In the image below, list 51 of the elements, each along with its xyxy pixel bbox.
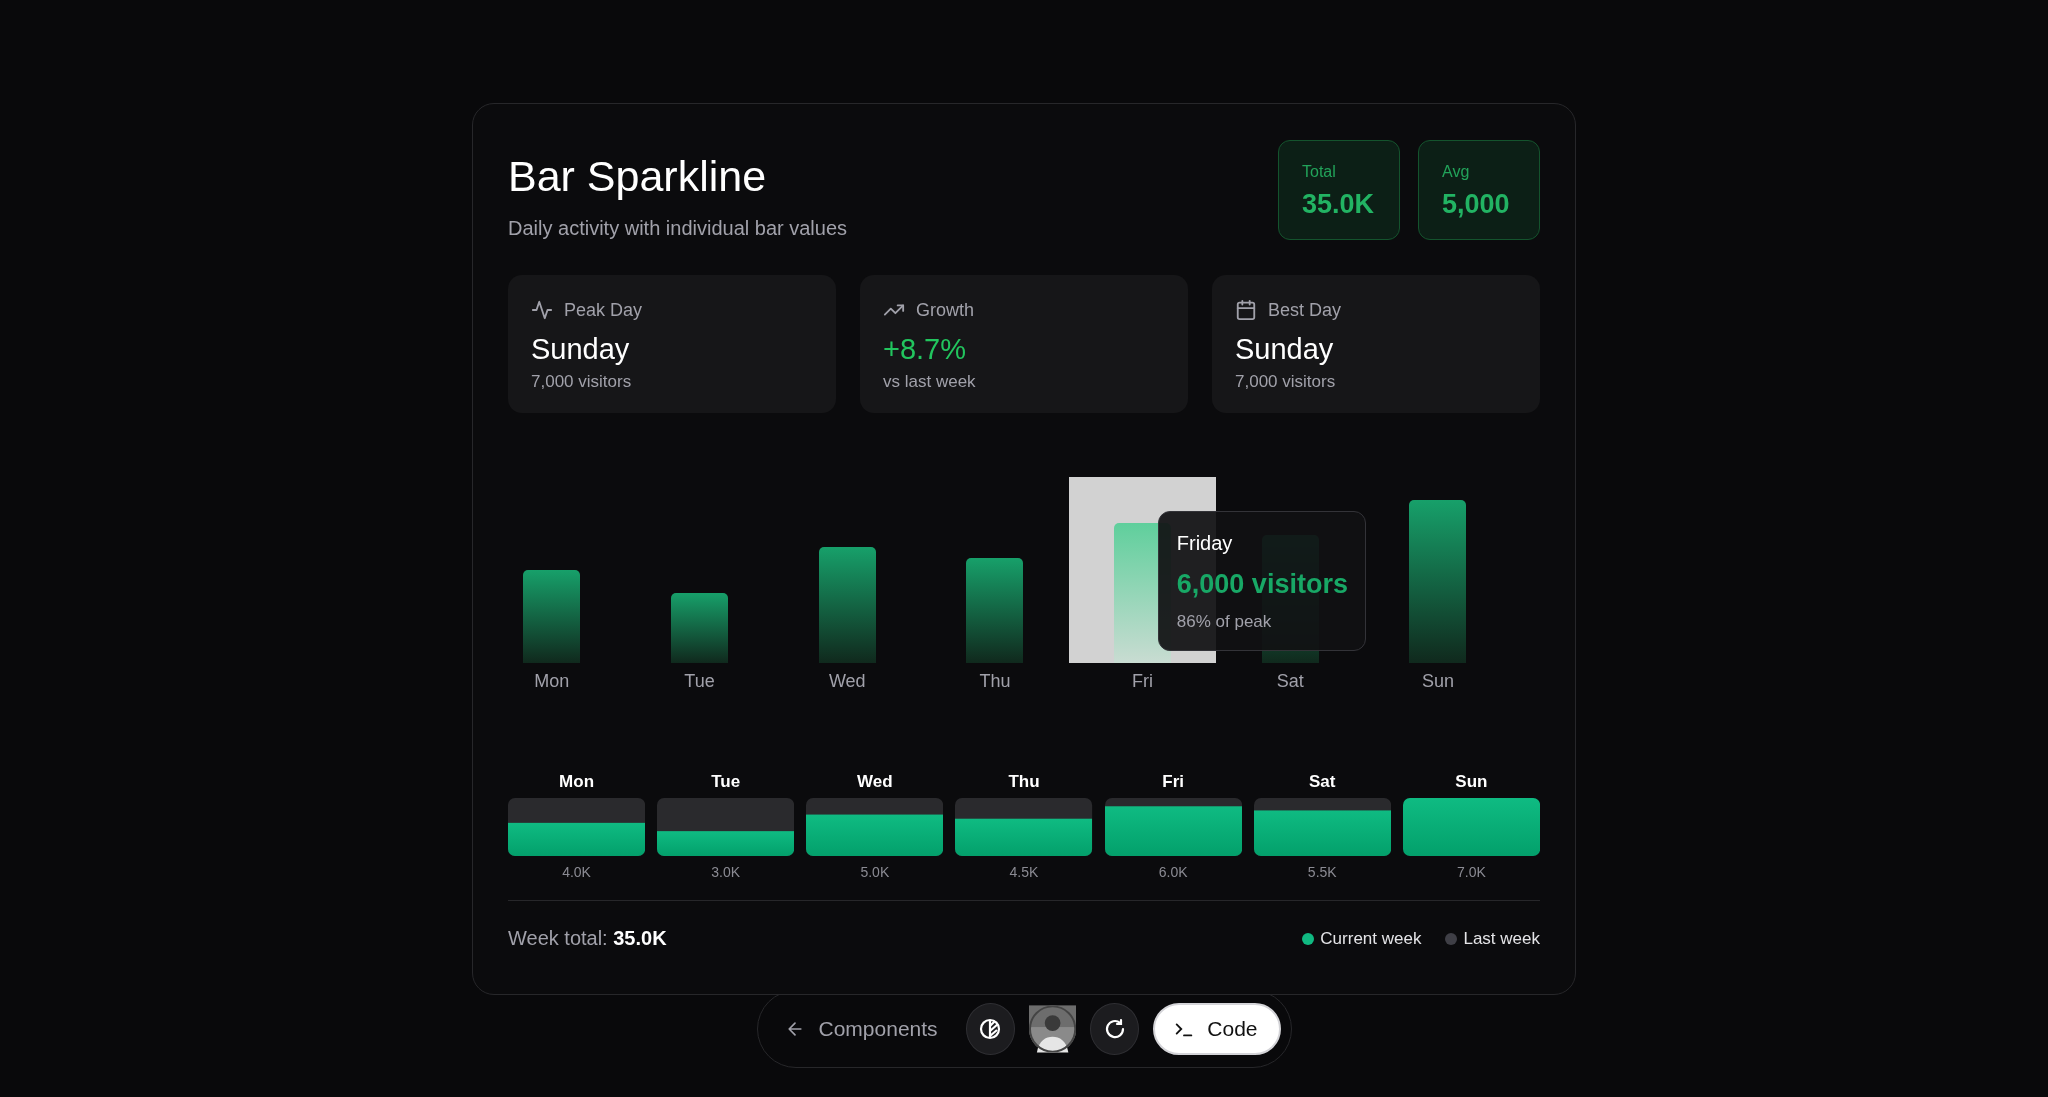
- value-label: 4.5K: [1009, 864, 1039, 880]
- day-label: Sat: [1276, 671, 1304, 692]
- legend-label: Current week: [1320, 928, 1422, 949]
- day-label: Tue: [684, 671, 715, 692]
- day-label: Fri: [1162, 772, 1184, 792]
- day-label: Sun: [1421, 671, 1454, 692]
- day-label: Mon: [559, 772, 595, 792]
- theme-button[interactable]: [965, 1003, 1015, 1055]
- day-label: Fri: [1132, 671, 1154, 692]
- calendar-icon: [1235, 299, 1257, 321]
- value-label: 4.0K: [562, 864, 591, 880]
- metric-label: Growth: [916, 299, 975, 321]
- chart-bar[interactable]: [523, 569, 581, 663]
- metric-value: Sunday: [531, 333, 631, 366]
- stat-value: 5,000: [1442, 189, 1511, 220]
- value-label: 5.0K: [860, 864, 890, 880]
- refresh-button[interactable]: [1090, 1003, 1140, 1055]
- stat-label: Avg: [1442, 163, 1471, 181]
- metric-note: vs last week: [883, 372, 977, 392]
- day-label: Sat: [1309, 772, 1336, 792]
- page-title: Bar Sparkline: [508, 152, 768, 201]
- day-label: Thu: [1008, 772, 1040, 792]
- value-label: 5.5K: [1307, 864, 1337, 880]
- metric-note: 7,000 visitors: [531, 372, 633, 392]
- legend-label: Last week: [1463, 928, 1540, 949]
- stat-label: Total: [1302, 163, 1337, 181]
- metric-value: +8.7%: [883, 333, 968, 366]
- value-label: 6.0K: [1158, 864, 1188, 880]
- metric-label: Best Day: [1268, 299, 1342, 321]
- pulse-icon: [531, 299, 553, 321]
- code-button[interactable]: Code: [1153, 1003, 1282, 1055]
- metric-label: Peak Day: [564, 299, 643, 321]
- day-label: Mon: [534, 671, 570, 692]
- day-label: Thu: [979, 671, 1011, 692]
- page-subtitle: Daily activity with individual bar values: [508, 217, 848, 240]
- value-label: 3.0K: [711, 864, 741, 880]
- day-label: Wed: [828, 671, 866, 692]
- day-label: Tue: [711, 772, 741, 792]
- tooltip-note: 86% of peak: [1176, 612, 1273, 632]
- tooltip-title: Friday: [1176, 532, 1234, 555]
- value-label: 7.0K: [1457, 864, 1486, 880]
- metric-note: 7,000 visitors: [1235, 372, 1337, 392]
- tooltip-value: 6,000 visitors: [1176, 569, 1347, 600]
- day-label: Sun: [1455, 772, 1488, 792]
- week-total: Week total: 35.0K: [508, 927, 667, 950]
- chart-bar[interactable]: [818, 546, 876, 663]
- day-label: Wed: [857, 772, 893, 792]
- contrast-icon: [978, 1017, 1003, 1041]
- stat-value: 35.0K: [1302, 189, 1376, 220]
- metric-value: Sunday: [1235, 333, 1335, 366]
- back-link[interactable]: Components: [784, 1017, 938, 1041]
